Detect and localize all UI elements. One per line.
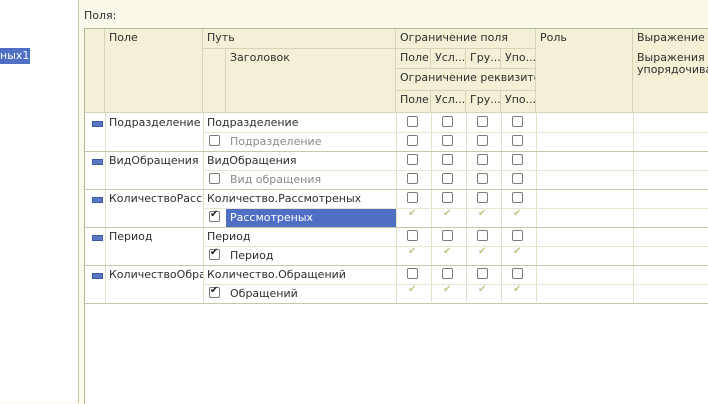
left-panel-selected-item[interactable]: ных1: [0, 48, 30, 64]
row-path[interactable]: Количество.Рассмотреных: [203, 190, 396, 208]
restriction-group-checkbox[interactable]: [477, 230, 488, 241]
header-order-expression-sub: Выражения упорядочивания: [637, 51, 708, 76]
header-role[interactable]: Роль: [536, 29, 633, 113]
header-attribute-order[interactable]: Упо...: [501, 91, 536, 113]
row-field[interactable]: КоличествоРасс: [105, 190, 203, 208]
fields-grid: Поле Путь Заголовок Ограничение поля Пол…: [84, 28, 708, 404]
header-title-spacer: [203, 49, 226, 113]
row-title[interactable]: Обращений: [226, 285, 396, 303]
attribute-order-checkbox[interactable]: [512, 135, 523, 146]
restriction-order-checkbox[interactable]: [512, 192, 523, 203]
attribute-group-checkbox[interactable]: [477, 173, 488, 184]
attribute-order-checkbox: [512, 208, 523, 222]
header-attribute-cond[interactable]: Усл...: [431, 91, 466, 113]
attribute-group-checkbox[interactable]: [477, 135, 488, 146]
header-order-expression[interactable]: Выражение пр Выражения упорядочивания: [633, 29, 708, 113]
header-restriction-order[interactable]: Упо...: [501, 49, 536, 69]
collapse-icon[interactable]: [92, 121, 103, 127]
restriction-order-checkbox[interactable]: [512, 230, 523, 241]
restriction-order-checkbox[interactable]: [512, 268, 523, 279]
row-path[interactable]: ВидОбращения: [203, 152, 396, 170]
restriction-field-checkbox[interactable]: [407, 230, 418, 241]
title-checkbox[interactable]: [209, 173, 220, 184]
restriction-order-checkbox[interactable]: [512, 116, 523, 127]
attribute-cond-checkbox[interactable]: [442, 135, 453, 146]
row-title[interactable]: Рассмотреных: [226, 209, 396, 227]
attribute-group-checkbox: [477, 284, 488, 298]
row-field[interactable]: КоличествоОбра: [105, 266, 203, 284]
restriction-group-checkbox[interactable]: [477, 116, 488, 127]
header-attribute-restriction[interactable]: Ограничение реквизитов: [396, 69, 536, 91]
restriction-cond-checkbox[interactable]: [442, 154, 453, 165]
restriction-group-checkbox[interactable]: [477, 154, 488, 165]
header-attribute-group[interactable]: Гру...: [466, 91, 501, 113]
header-restriction-group[interactable]: Гру...: [466, 49, 501, 69]
grid-corner: [85, 29, 105, 113]
header-attribute-field[interactable]: Поле: [396, 91, 431, 113]
title-checkbox[interactable]: [209, 247, 220, 260]
row-title[interactable]: Подразделение: [226, 133, 396, 151]
row-path[interactable]: Период: [203, 228, 396, 246]
restriction-field-checkbox[interactable]: [407, 192, 418, 203]
title-checkbox[interactable]: [209, 135, 220, 146]
attribute-field-checkbox: [407, 208, 418, 222]
title-checkbox[interactable]: [209, 285, 220, 298]
attribute-cond-checkbox: [442, 208, 453, 222]
attribute-group-checkbox: [477, 208, 488, 222]
header-restriction-field[interactable]: Поле: [396, 49, 431, 69]
attribute-field-checkbox: [407, 284, 418, 298]
attribute-order-checkbox: [512, 246, 523, 260]
collapse-icon[interactable]: [92, 235, 103, 241]
restriction-cond-checkbox[interactable]: [442, 230, 453, 241]
row-title[interactable]: Вид обращения: [226, 171, 396, 189]
collapse-icon[interactable]: [92, 159, 103, 165]
attribute-order-checkbox: [512, 284, 523, 298]
attribute-group-checkbox: [477, 246, 488, 260]
row-title[interactable]: Период: [226, 247, 396, 265]
header-order-expression-label: Выражение пр: [637, 31, 708, 44]
header-field-restriction[interactable]: Ограничение поля: [396, 29, 536, 49]
restriction-group-checkbox[interactable]: [477, 192, 488, 203]
restriction-field-checkbox[interactable]: [407, 116, 418, 127]
attribute-cond-checkbox[interactable]: [442, 173, 453, 184]
header-restriction-cond[interactable]: Усл...: [431, 49, 466, 69]
restriction-field-checkbox[interactable]: [407, 154, 418, 165]
restriction-cond-checkbox[interactable]: [442, 268, 453, 279]
row-field[interactable]: Период: [105, 228, 203, 246]
restriction-cond-checkbox[interactable]: [442, 192, 453, 203]
attribute-field-checkbox[interactable]: [407, 135, 418, 146]
title-checkbox[interactable]: [209, 209, 220, 222]
attribute-cond-checkbox: [442, 246, 453, 260]
restriction-group-checkbox[interactable]: [477, 268, 488, 279]
row-path[interactable]: Подразделение: [203, 114, 396, 132]
restriction-order-checkbox[interactable]: [512, 154, 523, 165]
collapse-icon[interactable]: [92, 197, 103, 203]
header-field[interactable]: Поле: [105, 29, 203, 113]
attribute-cond-checkbox: [442, 284, 453, 298]
collapse-icon[interactable]: [92, 273, 103, 279]
restriction-cond-checkbox[interactable]: [442, 116, 453, 127]
row-path[interactable]: Количество.Обращений: [203, 266, 396, 284]
row-field[interactable]: Подразделение: [105, 114, 203, 132]
left-panel: ных1: [0, 0, 79, 403]
header-path[interactable]: Путь: [203, 29, 396, 49]
attribute-field-checkbox: [407, 246, 418, 260]
attribute-order-checkbox[interactable]: [512, 173, 523, 184]
attribute-field-checkbox[interactable]: [407, 173, 418, 184]
fields-label: Поля:: [84, 9, 117, 22]
header-title[interactable]: Заголовок: [226, 49, 396, 113]
row-field[interactable]: ВидОбращения: [105, 152, 203, 170]
restriction-field-checkbox[interactable]: [407, 268, 418, 279]
